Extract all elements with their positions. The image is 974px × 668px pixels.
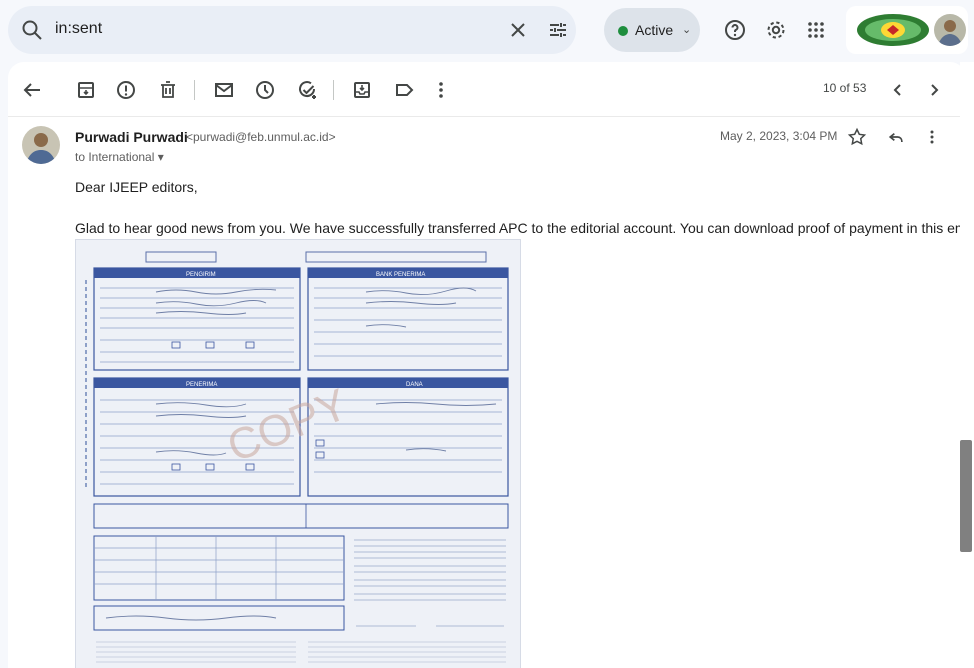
label-icon[interactable] [392,78,416,102]
tune-icon[interactable] [546,18,570,42]
search-icon[interactable] [20,18,44,42]
sender-email: <purwadi@feb.unmul.ac.id> [186,130,336,144]
chevron-left-icon[interactable] [886,78,910,102]
status-label: Active [635,22,674,38]
chevron-right-icon[interactable] [922,78,946,102]
section-c-title: PENERIMA [186,382,217,388]
message-date: May 2, 2023, 3:04 PM [720,129,838,143]
recipient-details[interactable]: to International ▾ [75,150,164,164]
recipient-label: to International [75,150,155,164]
help-icon[interactable] [723,18,747,42]
scrollbar-thumb[interactable] [960,440,972,552]
pagination-count: 10 of 53 [823,81,867,95]
payment-proof-image[interactable]: PENGIRIM BANK PENERIMA PENERIMA DANA COP… [75,239,521,668]
section-a-title: PENGIRIM [186,272,216,278]
avatar[interactable] [934,14,966,46]
email-greeting: Dear IJEEP editors, [75,179,198,195]
top-bar: in:sent Active ⌄ [0,0,974,62]
sender-avatar[interactable] [22,126,60,164]
account-switcher[interactable] [846,6,968,54]
organization-logo [857,14,929,46]
trash-icon[interactable] [156,78,180,102]
report-spam-icon[interactable] [114,78,138,102]
more-vert-icon[interactable] [429,78,453,102]
transfer-form-scan: PENGIRIM BANK PENERIMA PENERIMA DANA COP… [76,240,520,668]
apps-icon[interactable] [804,18,828,42]
reply-icon[interactable] [886,127,906,147]
add-task-icon[interactable] [295,78,319,102]
arrow-left-icon[interactable] [20,78,44,102]
close-icon[interactable] [506,18,530,42]
search-bar[interactable]: in:sent [8,6,576,54]
archive-icon[interactable] [74,78,98,102]
toolbar-divider [333,80,334,100]
section-b-title: BANK PENERIMA [376,272,425,278]
gear-icon[interactable] [764,18,788,42]
section-d-title: DANA [406,382,423,388]
email-body: Glad to hear good news from you. We have… [75,220,966,236]
search-input[interactable]: in:sent [55,20,102,38]
move-to-icon[interactable] [350,78,374,102]
toolbar-divider-line [8,116,966,117]
clock-icon[interactable] [253,78,277,102]
sender-name[interactable]: Purwadi Purwadi [75,129,188,145]
toolbar-divider [194,80,195,100]
mail-icon[interactable] [212,78,236,102]
more-vert-icon[interactable] [922,127,942,147]
chevron-down-icon: ⌄ [682,24,692,36]
status-dot [618,26,628,36]
star-icon[interactable] [847,127,867,147]
caret-down-icon[interactable]: ▾ [158,150,164,164]
message-panel: 10 of 53 Purwadi Purwadi <purwadi@feb.un… [8,62,966,668]
status-button[interactable]: Active ⌄ [604,8,700,52]
scrollbar-track[interactable] [960,62,974,668]
